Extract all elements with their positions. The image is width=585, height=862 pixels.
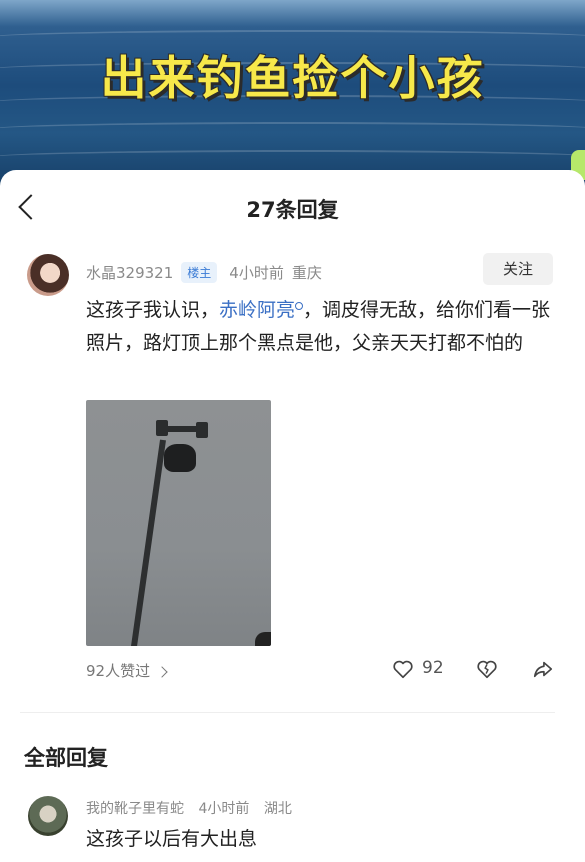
chevron-right-icon — [156, 665, 168, 678]
comment-text: 这孩子我认识，赤岭阿亮 ，调皮得无敌，给你们看一张照片，路灯顶上那个黑点是他，父亲… — [86, 294, 556, 360]
share-icon[interactable] — [532, 658, 554, 680]
mention-label[interactable]: 赤岭阿亮 — [219, 299, 295, 321]
avatar[interactable] — [27, 254, 69, 296]
all-replies-heading: 全部回复 — [24, 746, 108, 770]
username[interactable]: 水晶329321 — [86, 262, 173, 283]
reply-username[interactable]: 我的靴子里有蛇 — [86, 801, 184, 817]
like-count: 92 — [422, 658, 444, 678]
likes-label[interactable]: 92人赞过 — [86, 662, 150, 680]
mention-link[interactable]: 赤岭阿亮 — [219, 299, 304, 321]
reply-avatar[interactable] — [28, 796, 68, 836]
follow-button[interactable]: 关注 — [483, 253, 553, 285]
reply-timestamp: 4小时前 — [198, 801, 250, 817]
location: 重庆 — [291, 264, 322, 282]
reply-count-title: 27条回复 — [246, 198, 339, 222]
likes-summary[interactable]: 92人赞过 — [86, 660, 168, 681]
photo-corner — [255, 632, 271, 646]
broken-heart-icon[interactable] — [476, 658, 498, 680]
attached-photo[interactable] — [86, 400, 271, 646]
video-background: 出来钓鱼捡个小孩 — [0, 0, 585, 190]
video-caption: 出来钓鱼捡个小孩 — [100, 51, 485, 105]
lamp-left — [156, 420, 168, 436]
reply-text: 这孩子以后有大出息 — [86, 828, 258, 850]
lamp-right — [196, 422, 208, 438]
sheet-header: 27条回复 — [0, 170, 585, 246]
lamp-pole — [130, 439, 166, 646]
reply-location: 湖北 — [263, 801, 292, 817]
comments-sheet: 27条回复 水晶329321 楼主 4小时前 重庆 关注 这孩子我认识，赤岭阿亮… — [0, 170, 585, 862]
heart-icon[interactable] — [392, 658, 414, 680]
comment-meta: 水晶329321 楼主 4小时前 重庆 — [86, 262, 330, 283]
comment-text-before: 这孩子我认识， — [86, 299, 220, 321]
child-silhouette — [164, 444, 196, 472]
timestamp: 4小时前 — [229, 264, 284, 282]
search-icon — [295, 302, 304, 310]
comment-actions: 92 — [390, 654, 560, 684]
divider — [20, 712, 555, 713]
author-badge: 楼主 — [181, 262, 218, 283]
reply-meta: 我的靴子里有蛇 4小时前 湖北 — [86, 798, 302, 818]
